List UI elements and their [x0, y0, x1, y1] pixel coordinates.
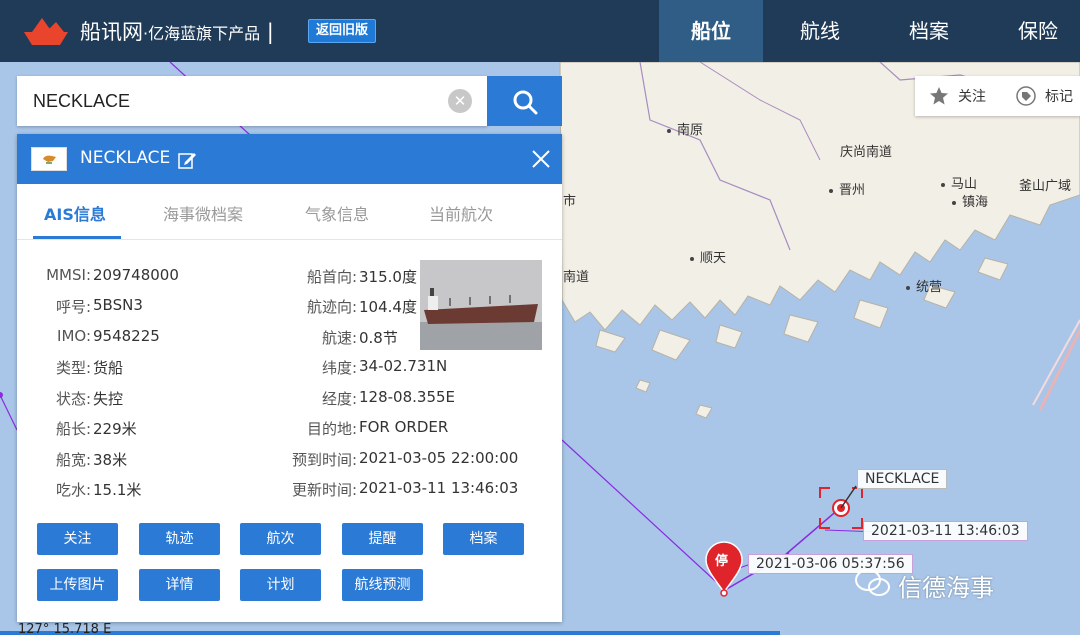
- edit-icon[interactable]: [177, 150, 197, 170]
- ship-target-marker: [819, 485, 863, 529]
- ship-name-title: NECKLACE: [80, 148, 171, 168]
- mark-link[interactable]: 标记: [1045, 86, 1073, 106]
- brand-name: 船讯网: [80, 20, 143, 44]
- nav-insurance[interactable]: 保险: [986, 0, 1080, 62]
- place-label: 南原: [667, 119, 703, 138]
- archive-button[interactable]: 档案: [443, 523, 524, 555]
- coordinate-readout: 127° 15.718 E: [18, 622, 112, 635]
- nav-archive[interactable]: 档案: [877, 0, 981, 62]
- old-version-button[interactable]: 返回旧版: [308, 19, 377, 43]
- place-label: 晋州: [829, 179, 865, 198]
- ship-info-panel: NECKLACE AIS信息 海事微档案 气象信息 当前航次 MMSI: 2097…: [17, 134, 562, 622]
- close-icon[interactable]: [530, 148, 552, 170]
- reminder-button[interactable]: 提醒: [342, 523, 423, 555]
- clear-icon[interactable]: ✕: [448, 89, 472, 113]
- place-label: 庆尚南道: [840, 145, 893, 160]
- boat-logo-icon[interactable]: [18, 12, 74, 48]
- upload-photo-button[interactable]: 上传图片: [37, 569, 118, 601]
- panel-tabs: AIS信息 海事微档案 气象信息 当前航次: [17, 184, 562, 240]
- track-button[interactable]: 轨迹: [139, 523, 220, 555]
- stop-marker-label[interactable]: 停: [715, 550, 728, 569]
- watermark-text: 信德海事: [898, 574, 994, 602]
- search-bar: [17, 76, 487, 126]
- tab-maritime-archive[interactable]: 海事微档案: [163, 201, 243, 225]
- details-button[interactable]: 详情: [139, 569, 220, 601]
- nav-route[interactable]: 航线: [768, 0, 872, 62]
- wechat-icon: [855, 569, 890, 596]
- tab-weather-info[interactable]: 气象信息: [305, 201, 369, 225]
- place-label: 南道: [563, 270, 590, 285]
- search-input[interactable]: [33, 76, 443, 126]
- place-label: 镇海: [952, 191, 988, 210]
- tab-ais-info[interactable]: AIS信息: [44, 201, 106, 225]
- place-label: 统营: [906, 276, 942, 295]
- search-button[interactable]: [487, 76, 562, 126]
- follow-link[interactable]: 关注: [958, 86, 986, 106]
- place-label: 马山: [941, 173, 977, 192]
- follow-button[interactable]: 关注: [37, 523, 118, 555]
- place-label: 釜山广域: [1019, 179, 1072, 194]
- tab-current-voyage[interactable]: 当前航次: [429, 201, 493, 225]
- brand-separator: |: [266, 20, 274, 44]
- map-tools: 关注 标记: [915, 76, 1080, 116]
- panel-header: NECKLACE: [17, 134, 562, 184]
- ship-name-label[interactable]: NECKLACE: [857, 469, 948, 489]
- watermark: 信德海事: [855, 568, 994, 603]
- timestamp-label-latest: 2021-03-11 13:46:03: [863, 521, 1028, 541]
- nav-ship-position[interactable]: 船位: [659, 0, 763, 62]
- plan-button[interactable]: 计划: [240, 569, 321, 601]
- star-icon: [930, 87, 948, 105]
- brand-subtitle: ·亿海蓝旗下产品: [143, 24, 261, 43]
- active-tab-indicator: [33, 236, 121, 239]
- route-forecast-button[interactable]: 航线预测: [342, 569, 423, 601]
- top-navbar: 船讯网·亿海蓝旗下产品 | 返回旧版 船位 航线 档案 保险: [0, 0, 1080, 62]
- search-icon: [513, 90, 538, 115]
- place-label: 市: [563, 194, 577, 209]
- voyage-button[interactable]: 航次: [240, 523, 321, 555]
- brand-title[interactable]: 船讯网·亿海蓝旗下产品 |: [80, 16, 274, 46]
- place-label: 顺天: [690, 247, 726, 266]
- ship-photo[interactable]: [420, 260, 542, 350]
- tag-icon: [1016, 86, 1036, 106]
- cyprus-flag-icon: [31, 147, 67, 171]
